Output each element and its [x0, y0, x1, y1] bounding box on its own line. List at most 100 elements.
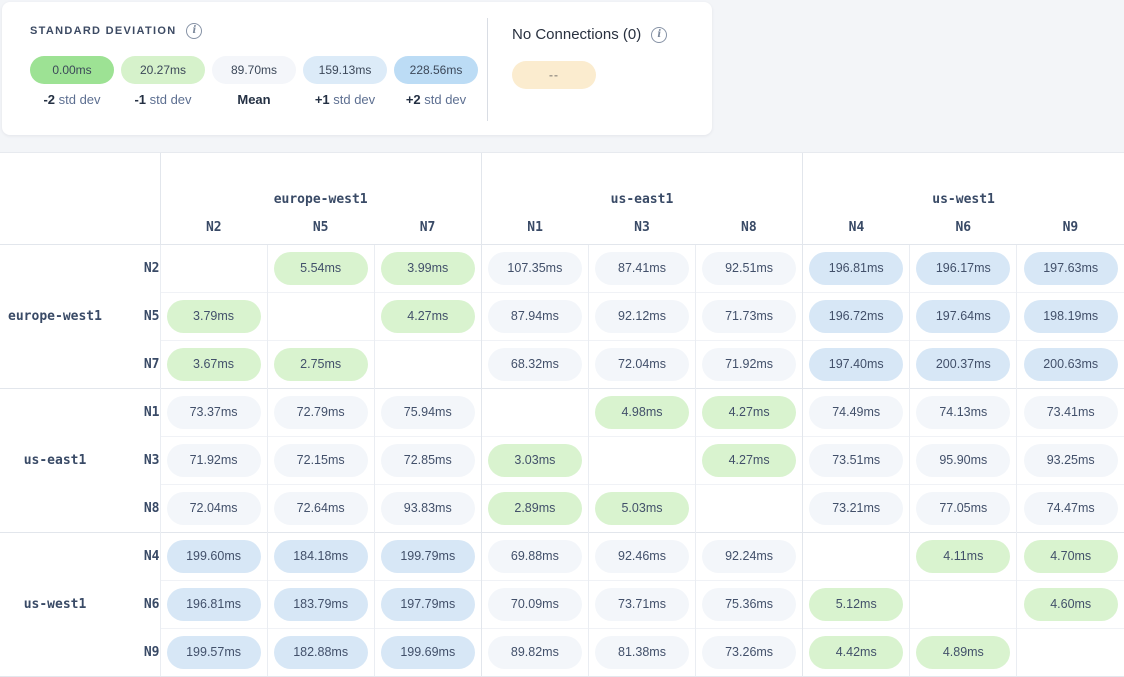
latency-cell[interactable]: 74.47ms — [1017, 485, 1124, 533]
latency-cell[interactable]: 183.79ms — [267, 581, 374, 629]
latency-cell[interactable]: 196.81ms — [160, 581, 267, 629]
latency-pill[interactable]: 199.79ms — [381, 540, 475, 573]
latency-pill[interactable]: 73.37ms — [167, 396, 261, 429]
latency-pill[interactable]: 197.64ms — [916, 300, 1010, 333]
latency-cell[interactable]: 73.26ms — [696, 629, 803, 677]
latency-pill[interactable]: 93.83ms — [381, 492, 475, 525]
latency-pill[interactable]: 74.49ms — [809, 396, 903, 429]
latency-cell[interactable]: 92.12ms — [588, 293, 695, 341]
latency-pill[interactable]: 4.60ms — [1024, 588, 1118, 621]
latency-pill[interactable]: 73.71ms — [595, 588, 689, 621]
latency-pill[interactable]: 87.41ms — [595, 252, 689, 285]
latency-cell[interactable]: 4.60ms — [1017, 581, 1124, 629]
latency-cell[interactable]: 4.98ms — [588, 389, 695, 437]
latency-pill[interactable]: 184.18ms — [274, 540, 368, 573]
latency-pill[interactable]: 75.94ms — [381, 396, 475, 429]
latency-pill[interactable]: 107.35ms — [488, 252, 582, 285]
latency-cell[interactable]: 71.92ms — [160, 437, 267, 485]
latency-cell[interactable]: 87.41ms — [588, 245, 695, 293]
latency-cell[interactable]: 89.82ms — [481, 629, 588, 677]
latency-cell[interactable]: 95.90ms — [910, 437, 1017, 485]
latency-pill[interactable]: 92.46ms — [595, 540, 689, 573]
latency-cell[interactable]: 73.21ms — [803, 485, 910, 533]
latency-cell[interactable]: 74.13ms — [910, 389, 1017, 437]
latency-pill[interactable]: 200.63ms — [1024, 348, 1118, 381]
latency-cell[interactable]: 87.94ms — [481, 293, 588, 341]
latency-pill[interactable]: 4.70ms — [1024, 540, 1118, 573]
latency-cell[interactable]: 196.17ms — [910, 245, 1017, 293]
latency-cell[interactable]: 196.81ms — [803, 245, 910, 293]
latency-pill[interactable]: 198.19ms — [1024, 300, 1118, 333]
latency-cell[interactable]: 75.94ms — [374, 389, 481, 437]
latency-pill[interactable]: 73.26ms — [702, 636, 796, 669]
latency-cell[interactable]: 197.40ms — [803, 341, 910, 389]
latency-cell[interactable]: 71.73ms — [696, 293, 803, 341]
latency-pill[interactable]: 4.98ms — [595, 396, 689, 429]
latency-pill[interactable]: 2.89ms — [488, 492, 582, 525]
latency-pill[interactable]: 73.21ms — [809, 492, 903, 525]
latency-cell[interactable]: 72.79ms — [267, 389, 374, 437]
latency-pill[interactable]: 72.04ms — [595, 348, 689, 381]
latency-pill[interactable]: 2.75ms — [274, 348, 368, 381]
latency-cell[interactable]: 77.05ms — [910, 485, 1017, 533]
latency-cell[interactable]: 197.79ms — [374, 581, 481, 629]
latency-cell[interactable]: 92.24ms — [696, 533, 803, 581]
latency-cell[interactable]: 4.27ms — [696, 437, 803, 485]
latency-cell[interactable]: 69.88ms — [481, 533, 588, 581]
latency-pill[interactable]: 197.40ms — [809, 348, 903, 381]
latency-pill[interactable]: 4.11ms — [916, 540, 1010, 573]
latency-pill[interactable]: 4.27ms — [702, 444, 796, 477]
latency-pill[interactable]: 77.05ms — [916, 492, 1010, 525]
latency-pill[interactable]: 93.25ms — [1024, 444, 1118, 477]
latency-pill[interactable]: 73.51ms — [809, 444, 903, 477]
latency-cell[interactable]: 4.27ms — [696, 389, 803, 437]
latency-cell[interactable]: 72.85ms — [374, 437, 481, 485]
latency-pill[interactable]: 3.03ms — [488, 444, 582, 477]
latency-cell[interactable]: 93.25ms — [1017, 437, 1124, 485]
info-icon[interactable]: i — [651, 27, 667, 43]
latency-pill[interactable]: 4.27ms — [381, 300, 475, 333]
latency-pill[interactable]: 182.88ms — [274, 636, 368, 669]
latency-pill[interactable]: 71.92ms — [702, 348, 796, 381]
latency-pill[interactable]: 4.27ms — [702, 396, 796, 429]
latency-pill[interactable]: 72.79ms — [274, 396, 368, 429]
latency-cell[interactable]: 3.03ms — [481, 437, 588, 485]
latency-cell[interactable]: 73.51ms — [803, 437, 910, 485]
latency-cell[interactable]: 93.83ms — [374, 485, 481, 533]
latency-pill[interactable]: 70.09ms — [488, 588, 582, 621]
latency-cell[interactable]: 4.42ms — [803, 629, 910, 677]
latency-pill[interactable]: 75.36ms — [702, 588, 796, 621]
latency-pill[interactable]: 3.79ms — [167, 300, 261, 333]
latency-cell[interactable]: 3.99ms — [374, 245, 481, 293]
latency-pill[interactable]: 196.81ms — [809, 252, 903, 285]
latency-cell[interactable]: 72.64ms — [267, 485, 374, 533]
latency-cell[interactable]: 199.79ms — [374, 533, 481, 581]
latency-cell[interactable]: 197.64ms — [910, 293, 1017, 341]
latency-pill[interactable]: 199.60ms — [167, 540, 261, 573]
latency-cell[interactable]: 200.63ms — [1017, 341, 1124, 389]
latency-pill[interactable]: 72.04ms — [167, 492, 261, 525]
latency-pill[interactable]: 92.51ms — [702, 252, 796, 285]
latency-cell[interactable]: 72.04ms — [160, 485, 267, 533]
latency-cell[interactable]: 5.03ms — [588, 485, 695, 533]
latency-pill[interactable]: 196.17ms — [916, 252, 1010, 285]
latency-pill[interactable]: 200.37ms — [916, 348, 1010, 381]
latency-pill[interactable]: 199.57ms — [167, 636, 261, 669]
latency-cell[interactable]: 72.15ms — [267, 437, 374, 485]
latency-pill[interactable]: 72.64ms — [274, 492, 368, 525]
latency-cell[interactable]: 68.32ms — [481, 341, 588, 389]
latency-cell[interactable]: 3.67ms — [160, 341, 267, 389]
latency-cell[interactable]: 197.63ms — [1017, 245, 1124, 293]
latency-cell[interactable]: 2.75ms — [267, 341, 374, 389]
latency-pill[interactable]: 3.99ms — [381, 252, 475, 285]
latency-cell[interactable]: 182.88ms — [267, 629, 374, 677]
latency-cell[interactable]: 4.11ms — [910, 533, 1017, 581]
latency-cell[interactable]: 73.71ms — [588, 581, 695, 629]
latency-cell[interactable]: 72.04ms — [588, 341, 695, 389]
latency-cell[interactable]: 4.70ms — [1017, 533, 1124, 581]
latency-cell[interactable]: 198.19ms — [1017, 293, 1124, 341]
latency-pill[interactable]: 197.79ms — [381, 588, 475, 621]
latency-pill[interactable]: 3.67ms — [167, 348, 261, 381]
latency-cell[interactable]: 71.92ms — [696, 341, 803, 389]
latency-pill[interactable]: 196.72ms — [809, 300, 903, 333]
